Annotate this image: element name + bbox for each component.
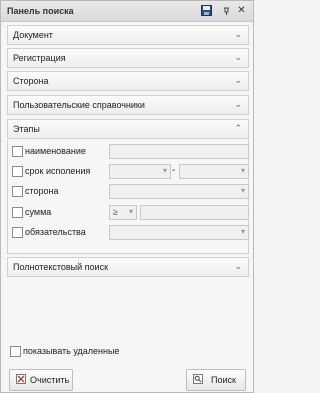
show-deleted-row: показывать удаленные — [10, 344, 160, 358]
name-input[interactable] — [109, 144, 249, 159]
section-label: Этапы — [13, 124, 40, 134]
amount-input[interactable] — [140, 205, 249, 220]
chevron-down-icon: ▾ — [128, 207, 133, 216]
deadline-from-dropdown[interactable]: ▾ — [109, 164, 171, 179]
close-icon[interactable]: ✕ — [236, 5, 247, 16]
show-deleted-label: показывать удаленные — [23, 346, 120, 356]
panel-header: Панель поиска ✕ — [1, 1, 253, 22]
deadline-checkbox[interactable] — [12, 166, 23, 177]
amount-operator-dropdown[interactable]: ≥ ▾ — [109, 205, 137, 220]
name-checkbox[interactable] — [12, 146, 23, 157]
eraser-icon — [16, 374, 26, 384]
amount-label: сумма — [25, 207, 52, 217]
chevron-up-icon: ⌃ — [234, 123, 242, 133]
operator-value: ≥ — [113, 207, 118, 217]
search-panel: Панель поиска ✕ Документ ⌄ Регистрация ⌄… — [0, 0, 254, 393]
search-button-label: Поиск — [211, 375, 236, 385]
section-label: Пользовательские справочники — [13, 100, 145, 110]
obligations-label: обязательства — [25, 227, 86, 237]
name-label: наименование — [25, 146, 86, 156]
save-icon[interactable] — [201, 5, 212, 16]
section-label: Полнотекстовый поиск — [13, 262, 109, 272]
search-icon — [193, 374, 203, 384]
party-checkbox[interactable] — [12, 186, 23, 197]
section-party[interactable]: Сторона ⌄ — [7, 71, 249, 91]
amount-checkbox[interactable] — [12, 207, 23, 218]
deadline-to-dropdown[interactable]: ▾ — [179, 164, 249, 179]
section-full-text-search[interactable]: Полнотекстовый поиск ⌄ — [7, 257, 249, 277]
section-label: Сторона — [13, 76, 49, 86]
search-button[interactable]: Поиск — [186, 369, 246, 391]
chevron-down-icon: ▾ — [162, 166, 167, 175]
clear-button[interactable]: Очистить — [9, 369, 73, 391]
section-user-directories[interactable]: Пользовательские справочники ⌄ — [7, 95, 249, 115]
chevron-down-icon: ▾ — [240, 227, 245, 236]
deadline-label: срок исполения — [25, 166, 91, 176]
chevron-down-icon: ▾ — [240, 166, 245, 175]
section-document[interactable]: Документ ⌄ — [7, 25, 249, 45]
chevron-down-icon: ⌄ — [234, 52, 242, 62]
panel-title: Панель поиска — [7, 6, 74, 16]
chevron-down-icon: ⌄ — [234, 29, 242, 39]
chevron-down-icon: ⌄ — [234, 99, 242, 109]
section-stages[interactable]: Этапы ⌃ — [7, 119, 249, 139]
chevron-down-icon: ⌄ — [234, 261, 242, 271]
party-label: сторона — [25, 186, 59, 196]
section-label: Регистрация — [13, 53, 66, 63]
section-registration[interactable]: Регистрация ⌄ — [7, 48, 249, 68]
obligations-checkbox[interactable] — [12, 227, 23, 238]
clear-button-label: Очистить — [30, 375, 70, 385]
obligations-dropdown[interactable]: ▾ — [109, 225, 249, 240]
chevron-down-icon: ⌄ — [234, 75, 242, 85]
range-dash: - — [172, 165, 176, 176]
chevron-down-icon: ▾ — [240, 186, 245, 195]
section-label: Документ — [13, 30, 53, 40]
pin-icon[interactable] — [221, 5, 232, 16]
party-dropdown[interactable]: ▾ — [109, 184, 249, 199]
show-deleted-checkbox[interactable] — [10, 346, 21, 357]
